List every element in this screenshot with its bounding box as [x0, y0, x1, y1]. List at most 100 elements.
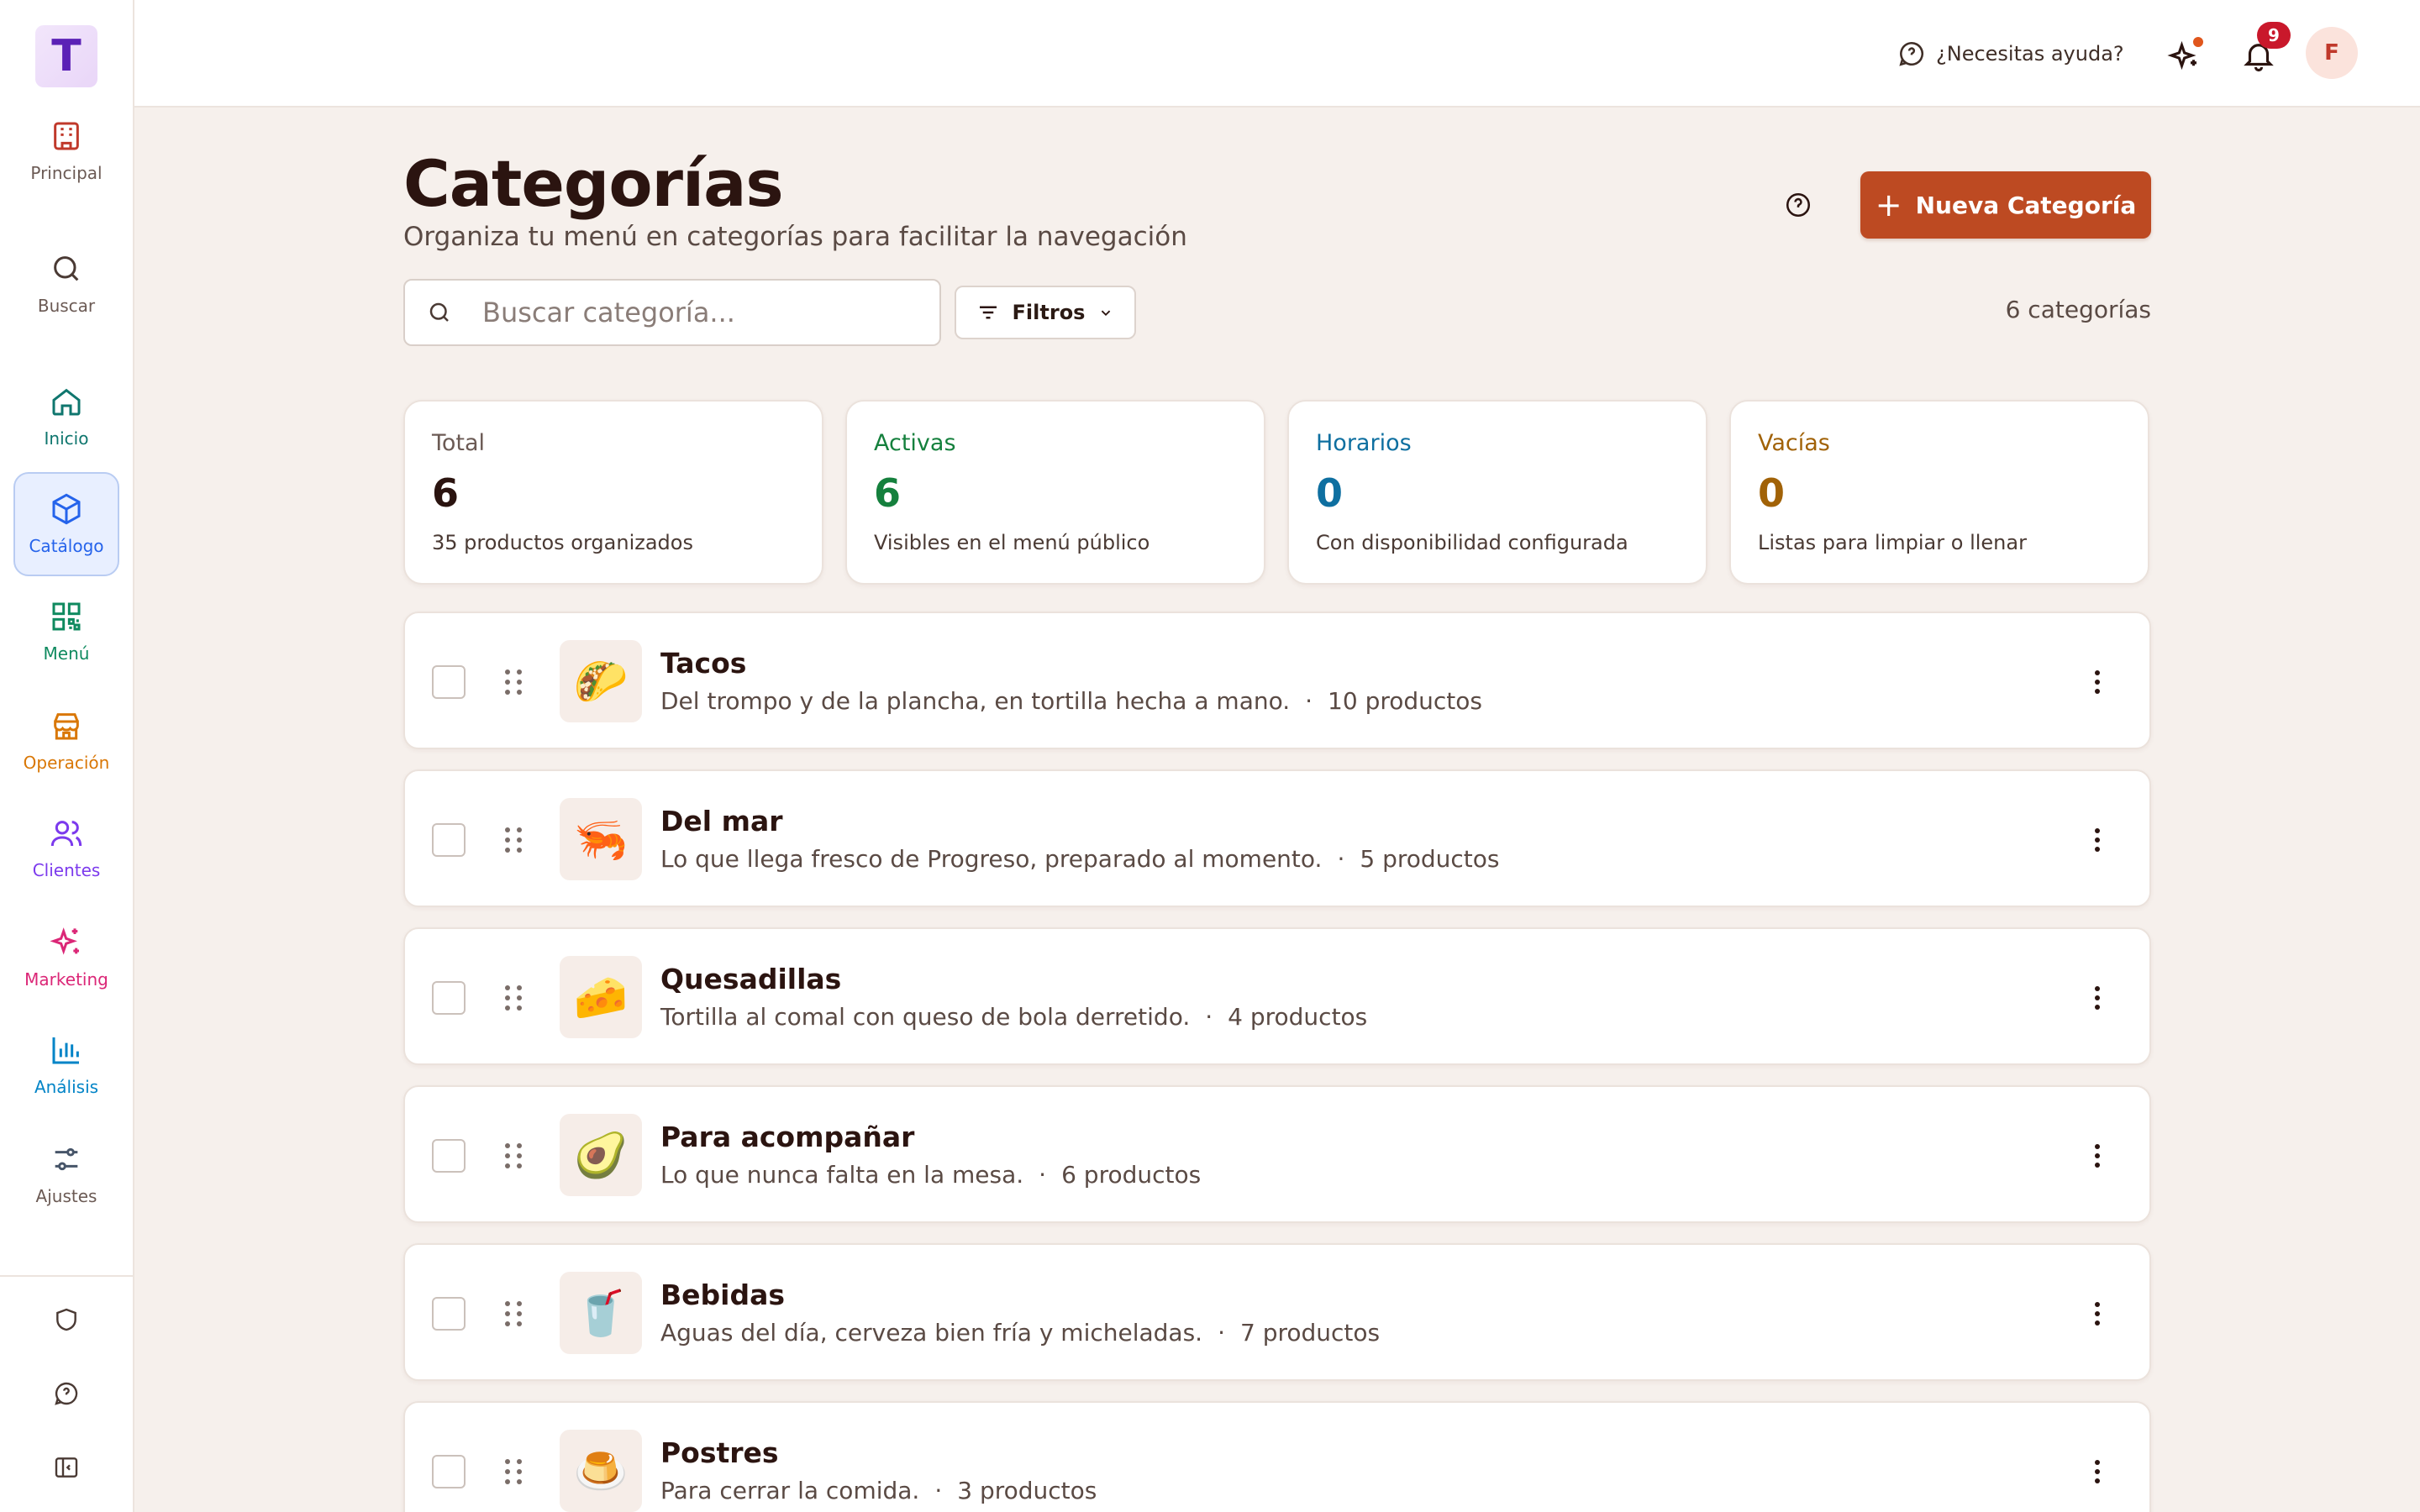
row-checkbox[interactable] [432, 981, 466, 1015]
category-product-count: 10 productos [1328, 687, 1482, 715]
sidebar-item-buscar[interactable]: Buscar [13, 232, 119, 336]
category-emoji: 🍮 [560, 1430, 642, 1512]
drag-handle-icon[interactable] [504, 1455, 524, 1488]
sidebar-item-label: Inicio [44, 428, 89, 449]
sidebar: T Principal Buscar Inicio Catálogo Menú … [0, 0, 134, 1512]
row-checkbox[interactable] [432, 665, 466, 699]
category-name: Para acompañar [660, 1121, 915, 1153]
sidebar-item-label: Operación [23, 753, 110, 773]
category-name: Postres [660, 1436, 779, 1469]
sidebar-item-inicio[interactable]: Inicio [13, 365, 119, 469]
stat-label: Activas [874, 430, 956, 456]
stat-value: 0 [1316, 470, 1344, 516]
category-product-count: 6 productos [1061, 1161, 1202, 1189]
sidebar-item-ajustes[interactable]: Ajustes [13, 1122, 119, 1226]
category-meta: Para cerrar la comida. · 3 productos [660, 1477, 1097, 1504]
filters-button[interactable]: Filtros [955, 286, 1136, 339]
panel-collapse-icon [55, 1457, 78, 1478]
more-options-icon[interactable] [2081, 978, 2114, 1018]
page-help-button[interactable] [1781, 188, 1815, 222]
drag-handle-icon[interactable] [504, 665, 524, 699]
stat-value: 0 [1758, 470, 1786, 516]
drag-handle-icon[interactable] [504, 823, 524, 857]
category-row[interactable]: 🦐 Del mar Lo que llega fresco de Progres… [403, 769, 2151, 907]
more-options-icon[interactable] [2081, 1294, 2114, 1334]
sidebar-item-label: Clientes [32, 860, 101, 880]
row-checkbox[interactable] [432, 1139, 466, 1173]
app-logo[interactable]: T [35, 25, 97, 87]
plus-icon: + [1875, 186, 1902, 223]
new-category-button[interactable]: + Nueva Categoría [1860, 171, 2151, 239]
row-checkbox[interactable] [432, 823, 466, 857]
home-icon [52, 388, 81, 416]
sidebar-item-principal[interactable]: Principal [13, 99, 119, 203]
category-count: 6 categorías [2005, 296, 2151, 323]
search-input[interactable] [482, 297, 919, 328]
category-meta: Lo que nunca falta en la mesa. · 6 product… [660, 1161, 1201, 1189]
more-options-icon[interactable] [2081, 820, 2114, 860]
filters-button-label: Filtros [1012, 301, 1086, 324]
users-icon [50, 821, 82, 847]
sidebar-item-clientes[interactable]: Clientes [13, 796, 119, 900]
drag-handle-icon[interactable] [504, 1297, 524, 1331]
meta-separator: · [1218, 1319, 1225, 1347]
ai-assistant-button[interactable] [2163, 34, 2207, 77]
collapse-sidebar-button[interactable] [47, 1448, 86, 1487]
category-emoji: 🥑 [560, 1114, 642, 1196]
new-category-button-label: Nueva Categoría [1915, 191, 2137, 219]
category-description: Aguas del día, cerveza bien fría y miche… [660, 1319, 1203, 1347]
notifications-button[interactable]: 9 [2237, 22, 2291, 77]
search-box [403, 279, 941, 346]
drag-handle-icon[interactable] [504, 1139, 524, 1173]
sidebar-item-operacion[interactable]: Operación [13, 689, 119, 793]
row-checkbox[interactable] [432, 1297, 466, 1331]
category-row[interactable]: 🥤 Bebidas Aguas del día, cerveza bien fr… [403, 1243, 2151, 1381]
shield-icon [56, 1308, 76, 1331]
more-options-icon[interactable] [2081, 1452, 2114, 1492]
sidebar-item-analisis[interactable]: Análisis [13, 1013, 119, 1117]
meta-separator: · [1305, 687, 1313, 715]
sparkles-icon [50, 927, 79, 955]
meta-separator: · [1039, 1161, 1047, 1189]
category-description: Lo que nunca falta en la mesa. [660, 1161, 1024, 1189]
category-row[interactable]: 🧀 Quesadillas Tortilla al comal con ques… [403, 927, 2151, 1065]
sidebar-item-label: Marketing [24, 969, 108, 990]
category-emoji: 🌮 [560, 640, 642, 722]
chevron-down-icon [1102, 310, 1111, 317]
category-description: Del trompo y de la plancha, en tortilla … [660, 687, 1291, 715]
category-meta: Tortilla al comal con queso de bola derr… [660, 1003, 1367, 1031]
sidebar-item-label: Menú [43, 643, 90, 664]
row-checkbox[interactable] [432, 1455, 466, 1488]
stat-description: 35 productos organizados [432, 531, 693, 554]
support-button[interactable] [47, 1374, 86, 1413]
category-row[interactable]: 🍮 Postres Para cerrar la comida. · 3 produ… [403, 1401, 2151, 1512]
stat-label: Total [432, 430, 486, 456]
category-emoji: 🥤 [560, 1272, 642, 1354]
sidebar-item-marketing[interactable]: Marketing [13, 906, 119, 1010]
category-description: Lo que llega fresco de Progreso, prepara… [660, 845, 1323, 873]
more-options-icon[interactable] [2081, 662, 2114, 702]
sidebar-item-label: Principal [30, 163, 103, 183]
sidebar-item-menu[interactable]: Menú [13, 580, 119, 684]
category-row[interactable]: 🥑 Para acompañar Lo que nunca falta en l… [403, 1085, 2151, 1223]
category-row[interactable]: 🌮 Tacos Del trompo y de la plancha, en t… [403, 612, 2151, 749]
more-options-icon[interactable] [2081, 1136, 2114, 1176]
sidebar-item-catalogo[interactable]: Catálogo [13, 472, 119, 576]
stat-label: Horarios [1316, 430, 1412, 456]
drag-handle-icon[interactable] [504, 981, 524, 1015]
sidebar-item-label: Ajustes [35, 1186, 97, 1206]
category-name: Quesadillas [660, 963, 842, 995]
help-chat-icon [1899, 41, 1924, 66]
sidebar-item-label: Catálogo [29, 536, 104, 556]
category-name: Del mar [660, 805, 783, 837]
category-emoji: 🧀 [560, 956, 642, 1038]
stat-description: Con disponibilidad configurada [1316, 531, 1628, 554]
filter-lines-icon [979, 306, 997, 319]
new-indicator-dot [2191, 35, 2205, 49]
help-link-label: ¿Necesitas ayuda? [1936, 42, 2124, 66]
stat-card-activas: Activas 6 Visibles en el menú público [845, 400, 1265, 585]
user-avatar[interactable]: F [2306, 27, 2358, 79]
stat-card-horarios: Horarios 0 Con disponibilidad configurad… [1287, 400, 1707, 585]
help-link[interactable]: ¿Necesitas ayuda? [1897, 34, 2124, 74]
security-button[interactable] [47, 1300, 86, 1339]
